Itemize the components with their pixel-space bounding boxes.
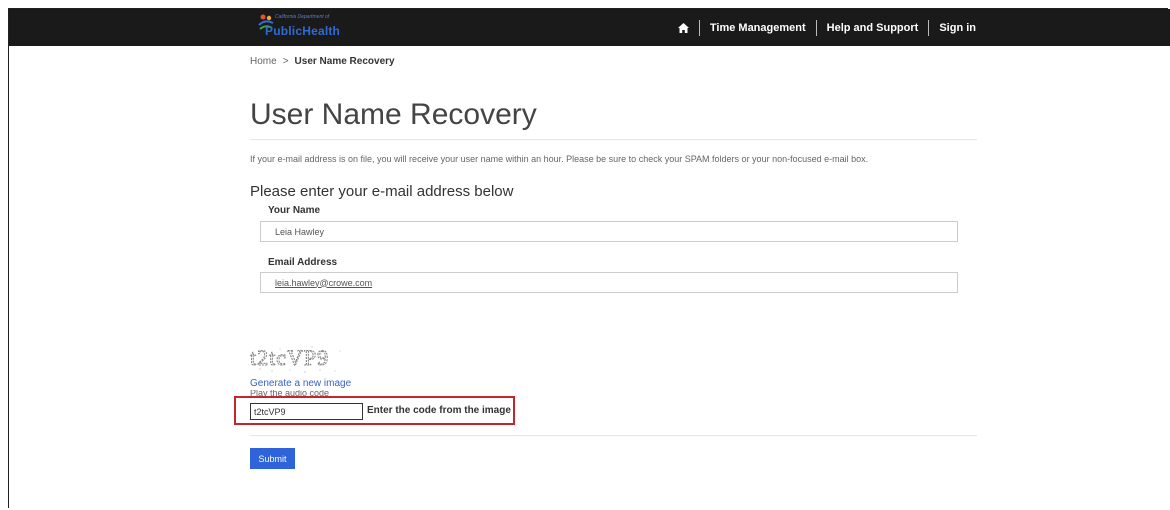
generate-new-image-link[interactable]: Generate a new image	[250, 378, 351, 389]
form-divider	[250, 435, 977, 436]
logo-subtitle: California Department of	[275, 14, 330, 20]
nav-help-support[interactable]: Help and Support	[827, 22, 919, 34]
name-label: Your Name	[268, 205, 321, 216]
submit-button[interactable]: Submit	[250, 448, 295, 469]
top-navbar: California Department of PublicHealth Ti…	[9, 9, 1170, 46]
cdph-logo[interactable]: California Department of PublicHealth	[257, 13, 357, 43]
captcha-text: t2tcVP9	[250, 345, 329, 370]
nav-links: Time Management Help and Support Sign in	[677, 9, 976, 46]
name-field[interactable]	[260, 221, 958, 242]
nav-sign-in[interactable]: Sign in	[939, 22, 976, 34]
captcha-image: t2tcVP9	[249, 341, 350, 375]
window-frame	[8, 8, 1168, 508]
title-divider	[250, 139, 977, 140]
info-text: If your e-mail address is on file, you w…	[250, 154, 869, 164]
breadcrumb-current: User Name Recovery	[294, 56, 395, 67]
nav-divider	[928, 19, 930, 36]
nav-time-management[interactable]: Time Management	[710, 22, 806, 34]
form-subtitle: Please enter your e-mail address below	[250, 183, 514, 200]
home-icon[interactable]	[677, 22, 689, 33]
email-label: Email Address	[268, 257, 338, 268]
logo-title: PublicHealth	[265, 24, 341, 38]
breadcrumb-home[interactable]: Home	[250, 56, 277, 67]
page-title: User Name Recovery	[250, 98, 537, 131]
breadcrumb-separator: >	[282, 56, 289, 67]
captcha-code-label: Enter the code from the image	[367, 405, 511, 416]
captcha-code-input[interactable]	[250, 403, 363, 420]
nav-divider	[698, 19, 700, 36]
breadcrumb: Home > User Name Recovery	[250, 56, 395, 67]
nav-divider	[815, 19, 817, 36]
email-field[interactable]	[260, 272, 958, 293]
